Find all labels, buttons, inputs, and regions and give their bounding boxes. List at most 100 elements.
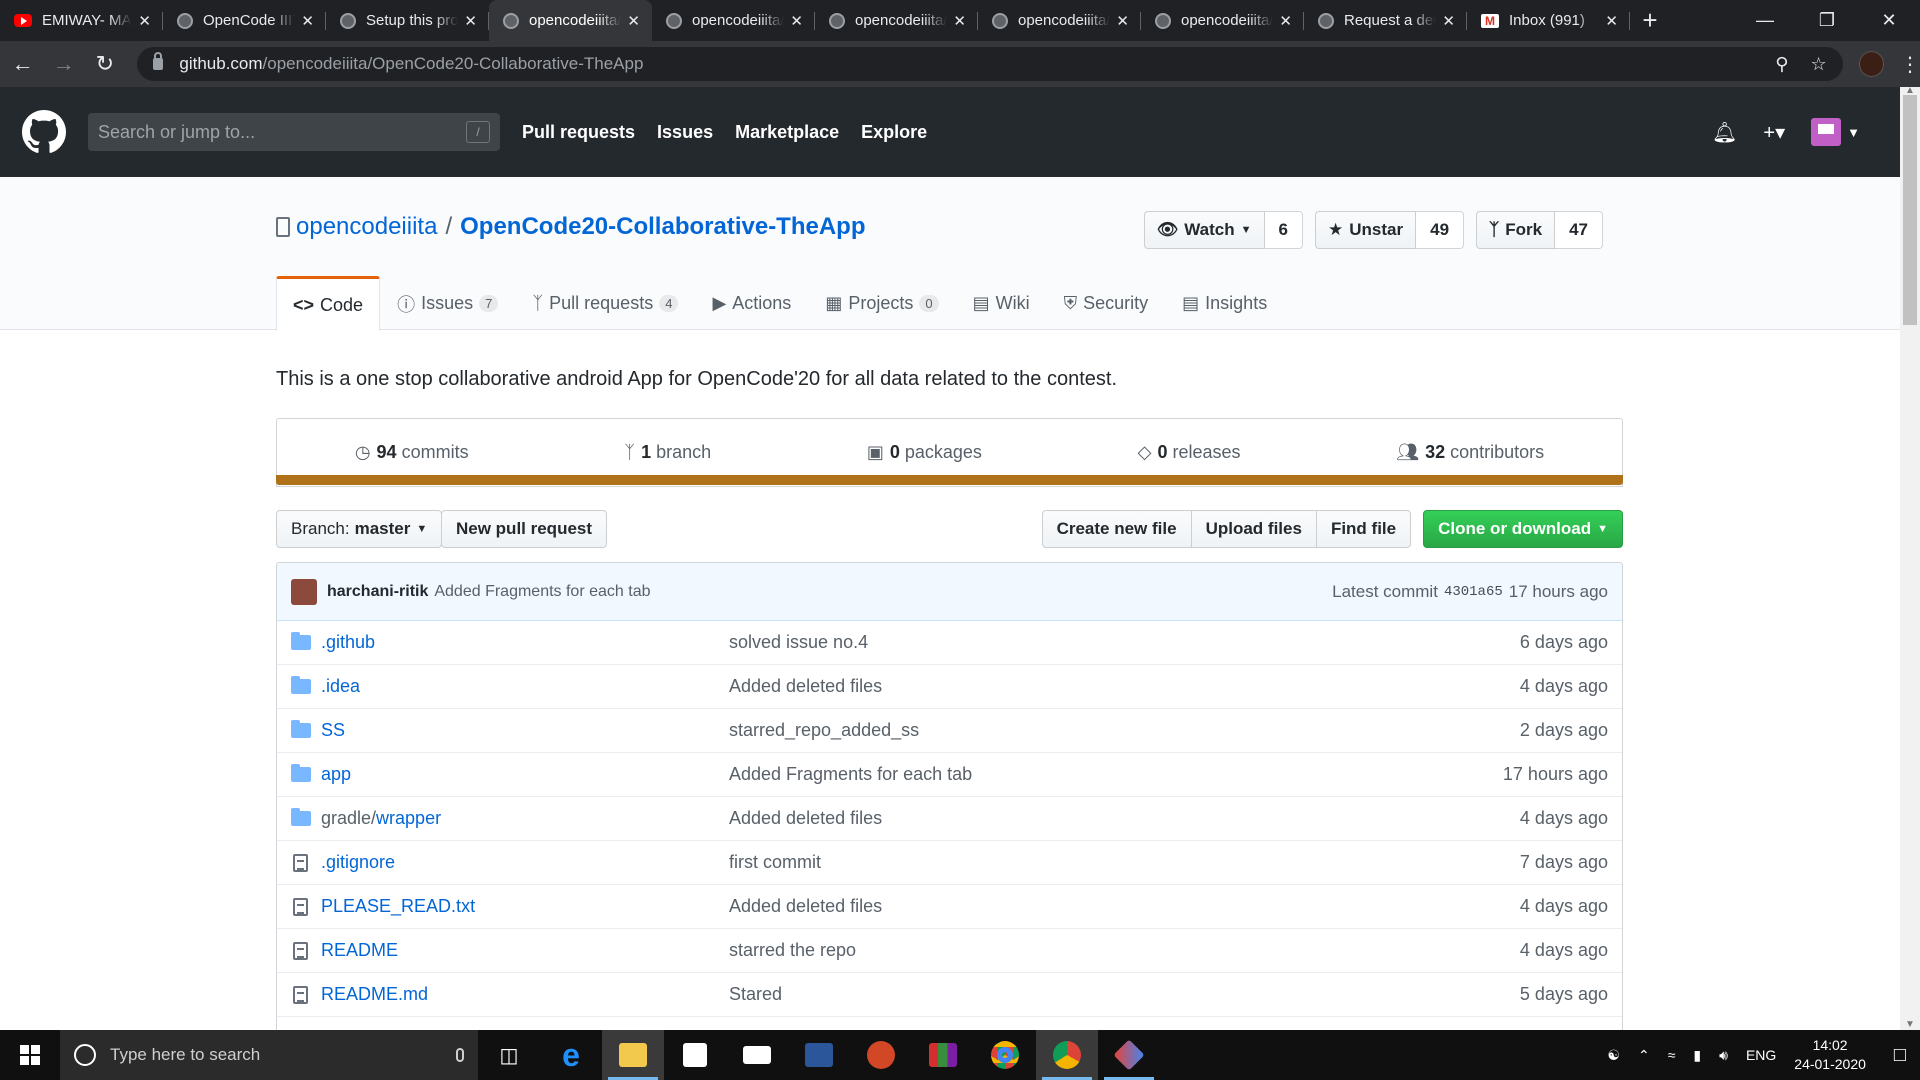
language-bar[interactable]	[276, 475, 1623, 485]
tab-wiki[interactable]: ▤ Wiki	[956, 276, 1047, 330]
close-tab-icon[interactable]: ✕	[1279, 12, 1292, 30]
maximize-button[interactable]: ❐	[1796, 0, 1858, 41]
github-search-input[interactable]: Search or jump to... /	[88, 113, 500, 151]
browser-menu-icon[interactable]: ⋮	[1900, 52, 1920, 77]
tab-issues[interactable]: ⓘ Issues 7	[380, 276, 515, 330]
browser-tab[interactable]: opencodeiiita/OpenCode20 ✕	[1141, 0, 1304, 41]
commit-author[interactable]: harchani-ritik	[327, 583, 428, 601]
browser-tab[interactable]: Setup this project ✕	[326, 0, 489, 41]
fork-count[interactable]: 47	[1555, 211, 1603, 249]
chrome-dev-icon[interactable]	[1036, 1030, 1098, 1080]
tab-projects[interactable]: ▦ Projects 0	[808, 276, 955, 330]
find-file-button[interactable]: Find file	[1315, 510, 1412, 548]
git-icon[interactable]	[1098, 1030, 1160, 1080]
releases-link[interactable]: ◇ 0 releases	[1138, 442, 1241, 463]
commit-sha[interactable]: 4301a65	[1444, 584, 1503, 600]
file-commit-message[interactable]: solved issue no.4	[729, 632, 1520, 653]
watch-button[interactable]: 👁︎ Watch ▼	[1143, 211, 1265, 249]
branch-select-button[interactable]: Branch: master ▼	[276, 510, 443, 548]
contributors-link[interactable]: 👥︎ 32 contributors	[1396, 442, 1544, 463]
repo-name-link[interactable]: OpenCode20-Collaborative-TheApp	[460, 213, 865, 241]
clock[interactable]: 14:02 24-01-2020	[1794, 1036, 1866, 1074]
people-icon[interactable]: ☯	[1607, 1047, 1620, 1064]
word-icon[interactable]	[788, 1030, 850, 1080]
address-bar[interactable]: github.com/opencodeiiita/OpenCode20-Coll…	[137, 47, 1843, 81]
forward-button[interactable]: →	[45, 45, 82, 83]
file-commit-message[interactable]: first commit	[729, 852, 1520, 873]
close-tab-icon[interactable]: ✕	[301, 12, 314, 30]
file-name-link[interactable]: README.md	[321, 984, 729, 1005]
upload-files-button[interactable]: Upload files	[1190, 510, 1317, 548]
minimize-button[interactable]: —	[1734, 0, 1796, 41]
clone-or-download-button[interactable]: Clone or download ▼	[1423, 510, 1623, 548]
mail-icon[interactable]	[726, 1030, 788, 1080]
browser-tab[interactable]: EMIWAY- MAKE IT HOT ✕	[0, 0, 163, 41]
microphone-icon[interactable]	[456, 1048, 464, 1062]
wifi-icon[interactable]: ≈	[1668, 1047, 1676, 1063]
file-name-link[interactable]: .github	[321, 632, 729, 653]
notifications-bell-icon[interactable]: 🔔︎	[1712, 120, 1737, 145]
profile-avatar[interactable]	[1858, 51, 1885, 77]
powerpoint-icon[interactable]	[850, 1030, 912, 1080]
nav-marketplace[interactable]: Marketplace	[735, 122, 839, 143]
scrollbar-thumb[interactable]	[1903, 95, 1917, 325]
browser-tab[interactable]: opencodeiiita/OpenCode20 ✕	[815, 0, 978, 41]
action-center-icon[interactable]: □	[1894, 1044, 1906, 1067]
chevron-up-icon[interactable]: ⌃	[1638, 1047, 1650, 1064]
winrar-icon[interactable]	[912, 1030, 974, 1080]
browser-tab[interactable]: opencodeiiita/OpenCode20 ✕	[978, 0, 1141, 41]
close-window-button[interactable]: ✕	[1858, 0, 1920, 41]
new-pull-request-button[interactable]: New pull request	[441, 510, 608, 548]
taskbar-search[interactable]: Type here to search	[60, 1030, 478, 1080]
browser-tab[interactable]: opencodeiiita/OpenCode20 ✕	[489, 0, 652, 41]
close-tab-icon[interactable]: ✕	[627, 12, 640, 30]
file-commit-message[interactable]: Added deleted files	[729, 676, 1520, 697]
close-tab-icon[interactable]: ✕	[138, 12, 151, 30]
browser-tab[interactable]: opencodeiiita/OpenCode20 ✕	[652, 0, 815, 41]
close-tab-icon[interactable]: ✕	[1116, 12, 1129, 30]
branch-link[interactable]: ᛉ1 branch	[624, 442, 711, 463]
bookmark-star-icon[interactable]: ☆	[1810, 54, 1826, 75]
browser-tab[interactable]: Request a demo ✕	[1304, 0, 1467, 41]
star-count[interactable]: 49	[1416, 211, 1465, 249]
file-name-link[interactable]: PLEASE_READ.txt	[321, 896, 729, 917]
author-avatar[interactable]	[291, 578, 317, 605]
tab-actions[interactable]: ▶ Actions	[695, 276, 808, 330]
file-commit-message[interactable]: Added deleted files	[729, 808, 1520, 829]
close-tab-icon[interactable]: ✕	[464, 12, 477, 30]
file-commit-message[interactable]: Added deleted files	[729, 896, 1520, 917]
store-icon[interactable]	[664, 1030, 726, 1080]
user-menu[interactable]: ▼	[1811, 118, 1860, 146]
file-name-link[interactable]: gradle/wrapper	[321, 808, 729, 829]
browser-tab[interactable]: Inbox (991) ✕	[1467, 0, 1630, 41]
commit-message[interactable]: Added Fragments for each tab	[434, 583, 650, 601]
file-commit-message[interactable]: Added Fragments for each tab	[729, 764, 1503, 785]
nav-explore[interactable]: Explore	[861, 122, 927, 143]
unstar-button[interactable]: ★ Unstar	[1315, 211, 1417, 249]
volume-icon[interactable]: 🔊︎	[1719, 1047, 1728, 1064]
file-name-link[interactable]: SS	[321, 720, 729, 741]
create-new-file-button[interactable]: Create new file	[1041, 510, 1192, 548]
file-name-link[interactable]: README	[321, 940, 729, 961]
browser-tab[interactable]: OpenCode IIITA ✕	[163, 0, 326, 41]
create-new-plus-icon[interactable]: +▾	[1763, 120, 1785, 145]
packages-link[interactable]: ▣ 0 packages	[867, 442, 982, 463]
back-button[interactable]: ←	[4, 45, 41, 83]
close-tab-icon[interactable]: ✕	[790, 12, 803, 30]
file-commit-message[interactable]: Stared	[729, 984, 1520, 1005]
file-commit-message[interactable]: starred the repo	[729, 940, 1520, 961]
task-view-icon[interactable]: ◫	[478, 1030, 540, 1080]
chrome-icon[interactable]	[974, 1030, 1036, 1080]
tab-code[interactable]: <> Code	[276, 276, 381, 331]
reload-button[interactable]: ↻	[86, 45, 123, 83]
file-name-link[interactable]: .idea	[321, 676, 729, 697]
scroll-down-arrow-icon[interactable]: ▼	[1905, 1019, 1915, 1030]
battery-icon[interactable]: ▮	[1693, 1047, 1701, 1064]
nav-issues[interactable]: Issues	[657, 122, 713, 143]
edge-icon[interactable]: e	[540, 1030, 602, 1080]
file-name-link[interactable]: app	[321, 764, 729, 785]
start-button[interactable]	[0, 1030, 60, 1080]
file-explorer-icon[interactable]	[602, 1030, 664, 1080]
tab-insights[interactable]: ▤ Insights	[1165, 276, 1284, 330]
fork-button[interactable]: ᛉ Fork	[1476, 211, 1556, 249]
